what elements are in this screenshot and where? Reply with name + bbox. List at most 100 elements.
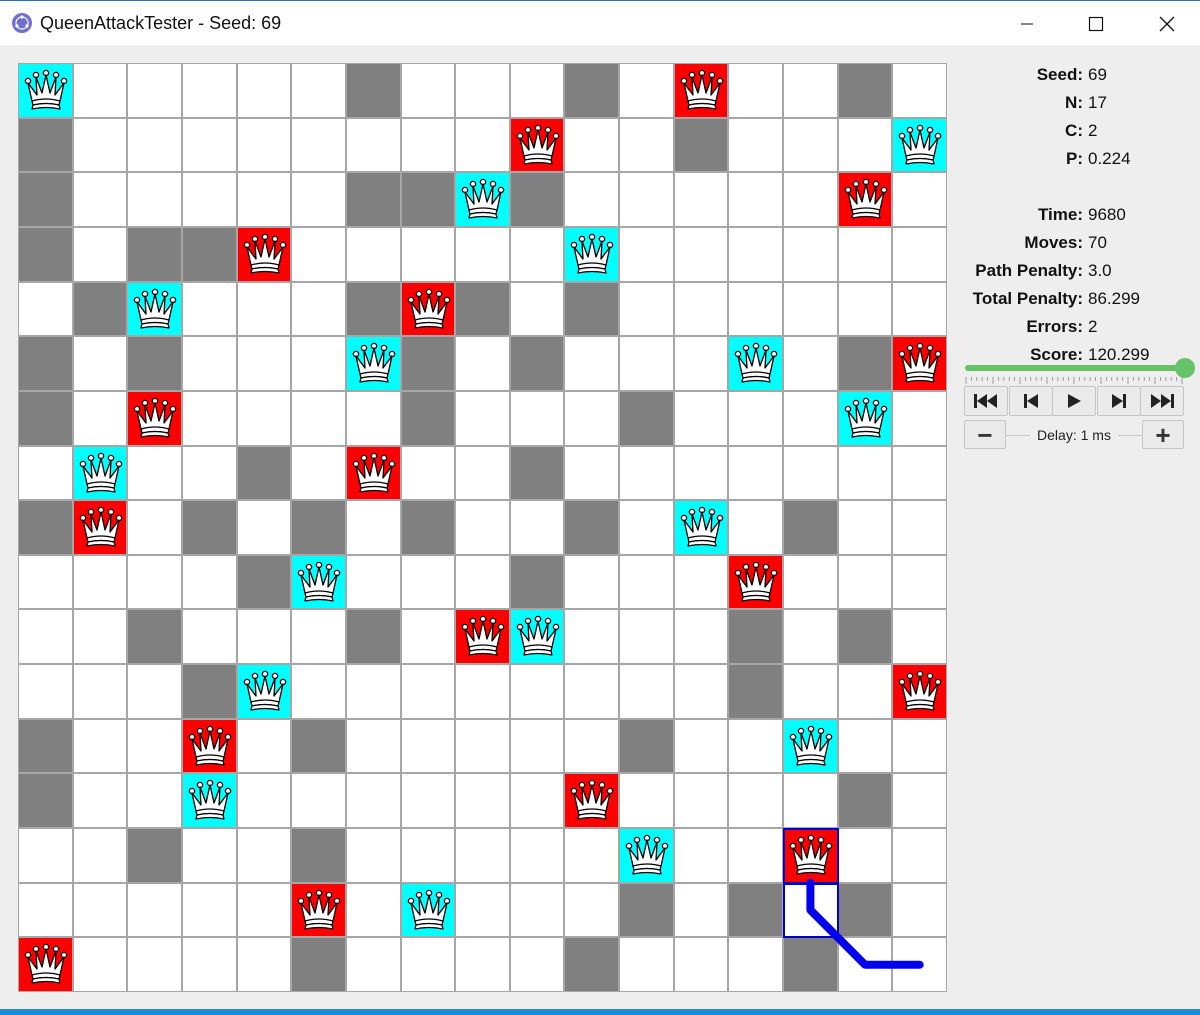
board-cell[interactable] xyxy=(127,555,182,609)
board-cell[interactable] xyxy=(182,446,237,500)
wall-cell[interactable] xyxy=(838,773,892,828)
playback-slider[interactable] xyxy=(965,358,1195,388)
board-cell[interactable] xyxy=(291,336,346,391)
board-cell[interactable] xyxy=(619,282,674,336)
skip-to-end-button[interactable] xyxy=(1140,386,1184,416)
board-cell[interactable] xyxy=(73,609,127,664)
wall-cell[interactable] xyxy=(127,227,182,282)
board-cell[interactable] xyxy=(346,719,401,773)
wall-cell[interactable] xyxy=(510,336,564,391)
board-cell[interactable] xyxy=(510,227,564,282)
board-cell[interactable] xyxy=(401,63,455,118)
board-cell[interactable] xyxy=(564,828,619,883)
board-cell[interactable] xyxy=(237,118,291,172)
board-cell[interactable] xyxy=(237,883,291,937)
board-cell[interactable] xyxy=(401,828,455,883)
slider-track[interactable] xyxy=(965,365,1183,371)
queen-cell-safe[interactable] xyxy=(619,828,674,883)
wall-cell[interactable] xyxy=(291,719,346,773)
board-cell[interactable] xyxy=(838,118,892,172)
board-cell[interactable] xyxy=(18,883,73,937)
board-cell[interactable] xyxy=(838,664,892,719)
board-cell[interactable] xyxy=(728,719,783,773)
board-cell[interactable] xyxy=(73,883,127,937)
wall-cell[interactable] xyxy=(18,227,73,282)
board-cell[interactable] xyxy=(510,500,564,555)
board-cell[interactable] xyxy=(892,446,947,500)
wall-cell[interactable] xyxy=(346,282,401,336)
wall-cell[interactable] xyxy=(728,883,783,937)
queen-cell-attacked[interactable] xyxy=(182,719,237,773)
game-board[interactable] xyxy=(18,63,947,992)
board-cell[interactable] xyxy=(892,555,947,609)
wall-cell[interactable] xyxy=(182,664,237,719)
board-cell[interactable] xyxy=(783,118,838,172)
board-cell[interactable] xyxy=(73,336,127,391)
board-cell[interactable] xyxy=(73,555,127,609)
wall-cell[interactable] xyxy=(838,883,892,937)
board-cell[interactable] xyxy=(728,446,783,500)
queen-cell-attacked[interactable] xyxy=(18,937,73,992)
wall-cell[interactable] xyxy=(838,63,892,118)
board-cell[interactable] xyxy=(291,446,346,500)
board-cell[interactable] xyxy=(564,719,619,773)
board-cell[interactable] xyxy=(237,391,291,446)
board-cell[interactable] xyxy=(346,118,401,172)
wall-cell[interactable] xyxy=(291,828,346,883)
wall-cell[interactable] xyxy=(510,446,564,500)
queen-cell-safe[interactable] xyxy=(237,664,291,719)
board-cell[interactable] xyxy=(455,555,510,609)
board-cell[interactable] xyxy=(237,336,291,391)
board-cell[interactable] xyxy=(619,172,674,227)
board-cell[interactable] xyxy=(892,828,947,883)
board-cell[interactable] xyxy=(783,555,838,609)
wall-cell[interactable] xyxy=(291,500,346,555)
wall-cell[interactable] xyxy=(838,609,892,664)
wall-cell[interactable] xyxy=(182,500,237,555)
board-cell[interactable] xyxy=(401,664,455,719)
board-cell[interactable] xyxy=(182,282,237,336)
wall-cell[interactable] xyxy=(18,391,73,446)
decrease-delay-button[interactable]: − xyxy=(964,420,1006,449)
board-cell[interactable] xyxy=(892,719,947,773)
wall-cell[interactable] xyxy=(291,937,346,992)
board-cell[interactable] xyxy=(728,282,783,336)
wall-cell[interactable] xyxy=(401,172,455,227)
wall-cell[interactable] xyxy=(728,664,783,719)
board-cell[interactable] xyxy=(510,773,564,828)
board-cell[interactable] xyxy=(455,446,510,500)
queen-cell-attacked[interactable] xyxy=(73,500,127,555)
board-cell[interactable] xyxy=(619,937,674,992)
queen-cell-safe[interactable] xyxy=(127,282,182,336)
skip-to-start-button[interactable] xyxy=(964,386,1008,416)
board-cell[interactable] xyxy=(674,828,728,883)
board-cell[interactable] xyxy=(728,391,783,446)
board-cell[interactable] xyxy=(674,172,728,227)
board-cell[interactable] xyxy=(455,883,510,937)
wall-cell[interactable] xyxy=(18,773,73,828)
board-cell[interactable] xyxy=(182,937,237,992)
board-cell[interactable] xyxy=(619,500,674,555)
board-cell[interactable] xyxy=(674,937,728,992)
board-cell[interactable] xyxy=(564,664,619,719)
wall-cell[interactable] xyxy=(455,282,510,336)
board-cell[interactable] xyxy=(73,172,127,227)
board-cell[interactable] xyxy=(728,172,783,227)
wall-cell[interactable] xyxy=(564,282,619,336)
slider-knob[interactable] xyxy=(1175,358,1195,378)
board-cell[interactable] xyxy=(892,282,947,336)
board-cell[interactable] xyxy=(728,227,783,282)
board-cell[interactable] xyxy=(510,719,564,773)
wall-cell[interactable] xyxy=(564,500,619,555)
board-cell[interactable] xyxy=(838,937,892,992)
board-cell[interactable] xyxy=(674,391,728,446)
board-cell[interactable] xyxy=(291,118,346,172)
board-cell[interactable] xyxy=(455,773,510,828)
wall-cell[interactable] xyxy=(346,172,401,227)
board-cell[interactable] xyxy=(783,391,838,446)
board-cell[interactable] xyxy=(892,172,947,227)
board-cell[interactable] xyxy=(237,609,291,664)
board-cell[interactable] xyxy=(73,828,127,883)
wall-cell[interactable] xyxy=(619,883,674,937)
board-cell[interactable] xyxy=(510,828,564,883)
